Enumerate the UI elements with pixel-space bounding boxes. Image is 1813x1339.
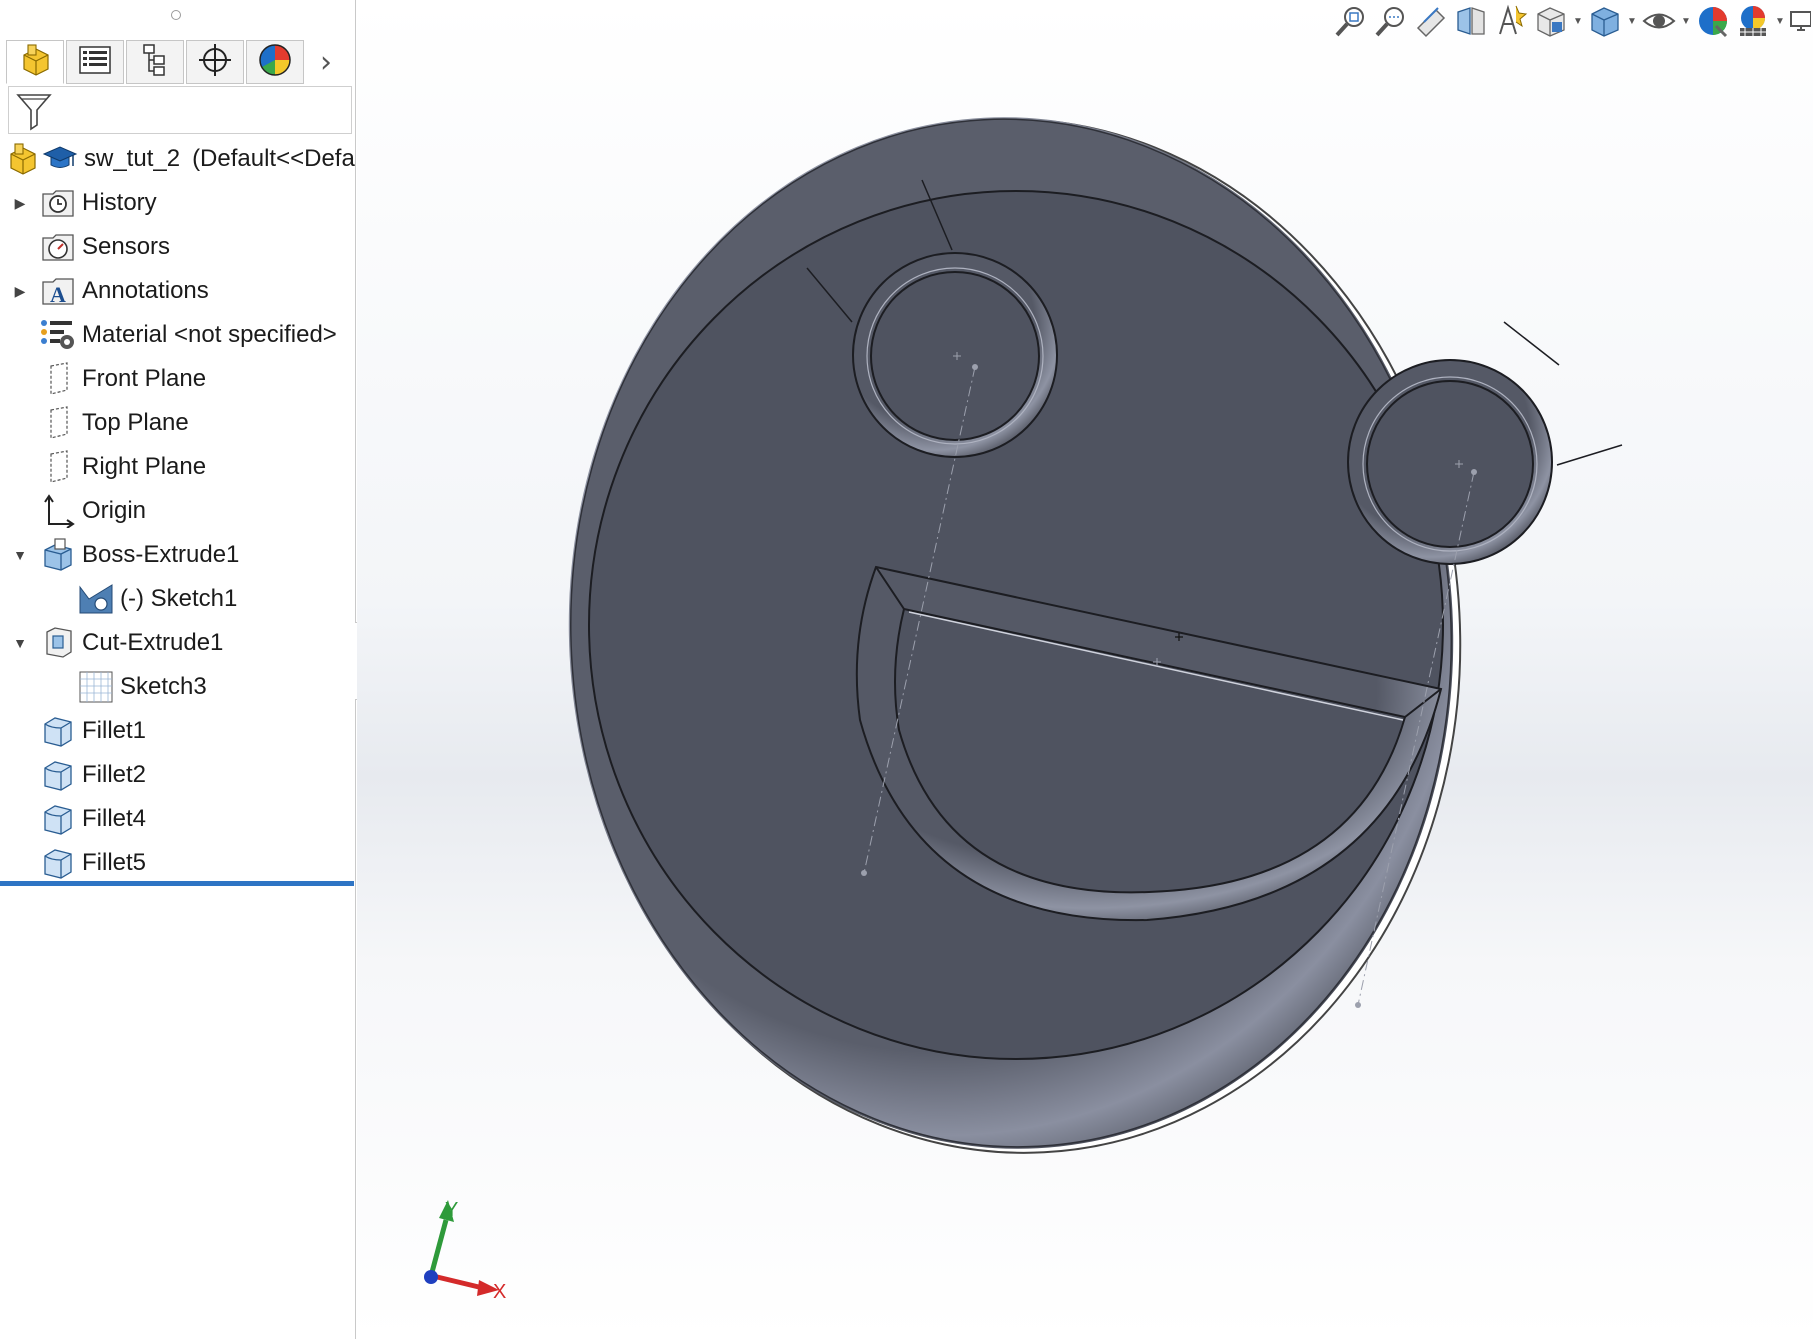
- tree-item-top-plane[interactable]: Top Plane: [0, 401, 356, 445]
- tree-item-label: History: [82, 189, 157, 216]
- tab-dimxpertmanager[interactable]: [186, 40, 244, 84]
- fillet-icon: [40, 845, 76, 881]
- tree-item-fillet1[interactable]: Fillet1: [0, 709, 356, 753]
- part-icon: [6, 141, 42, 177]
- rollback-bar[interactable]: [0, 881, 354, 886]
- expand-arrow-icon[interactable]: ▶: [13, 283, 27, 299]
- tree-item-sensors[interactable]: Sensors: [0, 225, 356, 269]
- right-eye-feature[interactable]: [1347, 359, 1553, 565]
- property-manager-icon: [78, 45, 112, 80]
- tree-root-part[interactable]: sw_tut_2 (Default<<Default>_Display Stat…: [0, 137, 356, 181]
- tree-item-label: Fillet2: [82, 761, 147, 788]
- tree-item-label: Fillet4: [82, 805, 147, 832]
- expand-arrow-icon[interactable]: ▶: [13, 195, 27, 211]
- tab-displaymanager[interactable]: [246, 40, 304, 84]
- part-name: sw_tut_2: [84, 145, 181, 172]
- filter-icon[interactable]: [15, 91, 53, 136]
- annotations-icon: A: [40, 273, 76, 309]
- graphics-area[interactable]: ▼ ▼ ▼ ▼ Y X: [357, 0, 1813, 1339]
- material-icon: [40, 317, 76, 353]
- tree-item-sketch3[interactable]: Sketch3: [0, 665, 356, 709]
- tree-item-origin[interactable]: Origin: [0, 489, 356, 533]
- tab-propertymanager[interactable]: [66, 40, 124, 84]
- panel-splitter-handle[interactable]: [171, 10, 181, 20]
- tree-item-label: Right Plane: [82, 453, 207, 480]
- tree-item-boss-extrude1[interactable]: ▼ Boss-Extrude1: [0, 533, 356, 577]
- left-eye-feature[interactable]: [852, 252, 1058, 458]
- history-icon: [40, 185, 76, 221]
- tree-item-fillet2[interactable]: Fillet2: [0, 753, 356, 797]
- fillet-icon: [40, 713, 76, 749]
- part-configuration: (Default<<Default>_Display State 1>): [192, 145, 356, 172]
- feature-manager-panel: › sw_tut_2 (Default<<Defa ▶ History Sens…: [0, 0, 356, 1339]
- tree-item-label: Sketch3: [120, 673, 207, 700]
- tree-item-label: Material <not specified>: [82, 321, 337, 348]
- tree-item-label: Sensors: [82, 233, 171, 260]
- tree-item-label: Cut-Extrude1: [82, 629, 224, 656]
- tree-item-label: (-) Sketch1: [120, 585, 238, 612]
- tree-item-material[interactable]: Material <not specified>: [0, 313, 356, 357]
- tree-item-front-plane[interactable]: Front Plane: [0, 357, 356, 401]
- model-viewport[interactable]: Y X: [357, 0, 1813, 1339]
- tree-item-cut-extrude1[interactable]: ▼ Cut-Extrude1: [0, 621, 356, 665]
- more-tabs-button[interactable]: ›: [306, 40, 346, 84]
- display-manager-icon: [258, 43, 292, 82]
- cut-extrude-icon: [40, 625, 76, 661]
- tab-configurationmanager[interactable]: [126, 40, 184, 84]
- tree-item-label: Fillet5: [82, 849, 147, 876]
- triad-x-label: X: [493, 1281, 506, 1303]
- dimxpert-icon: [198, 43, 232, 82]
- fillet-icon: [40, 801, 76, 837]
- svg-text:A: A: [50, 282, 66, 306]
- tree-item-fillet5[interactable]: Fillet5: [0, 841, 356, 885]
- tree-item-label: Origin: [82, 497, 147, 524]
- fillet-icon: [40, 757, 76, 793]
- feature-tree: sw_tut_2 (Default<<Default>_Display Stat…: [0, 137, 356, 885]
- tree-item-annotations[interactable]: ▶ A Annotations: [0, 269, 356, 313]
- tree-item-sketch1[interactable]: (-) Sketch1: [0, 577, 356, 621]
- boss-extrude-icon: [40, 537, 76, 573]
- graduation-cap-icon: [42, 141, 78, 177]
- tree-item-label: Fillet1: [82, 717, 147, 744]
- tree-item-label: Annotations: [82, 277, 209, 304]
- triad-y-label: Y: [445, 1199, 458, 1221]
- tree-item-label: Front Plane: [82, 365, 207, 392]
- collapse-arrow-icon[interactable]: ▼: [13, 547, 27, 563]
- part-icon: [18, 43, 52, 82]
- plane-icon: [40, 449, 76, 485]
- origin-icon: [40, 493, 76, 529]
- tab-featuremanager[interactable]: [6, 40, 64, 84]
- chevron-right-icon: ›: [320, 44, 332, 80]
- manager-tab-bar: ›: [6, 40, 346, 84]
- coordinate-triad: [424, 1200, 499, 1296]
- tree-item-label: Top Plane: [82, 409, 189, 436]
- sensors-icon: [40, 229, 76, 265]
- plane-icon: [40, 405, 76, 441]
- sketch-icon: [78, 581, 114, 617]
- tree-item-label: Boss-Extrude1: [82, 541, 240, 568]
- collapse-arrow-icon[interactable]: ▼: [13, 635, 27, 651]
- tree-item-history[interactable]: ▶ History: [0, 181, 356, 225]
- plane-icon: [40, 361, 76, 397]
- tree-item-right-plane[interactable]: Right Plane: [0, 445, 356, 489]
- tree-filter-box[interactable]: [8, 86, 352, 134]
- configuration-manager-icon: [140, 43, 170, 82]
- sketch-grid-icon: [78, 669, 114, 705]
- tree-item-fillet4[interactable]: Fillet4: [0, 797, 356, 841]
